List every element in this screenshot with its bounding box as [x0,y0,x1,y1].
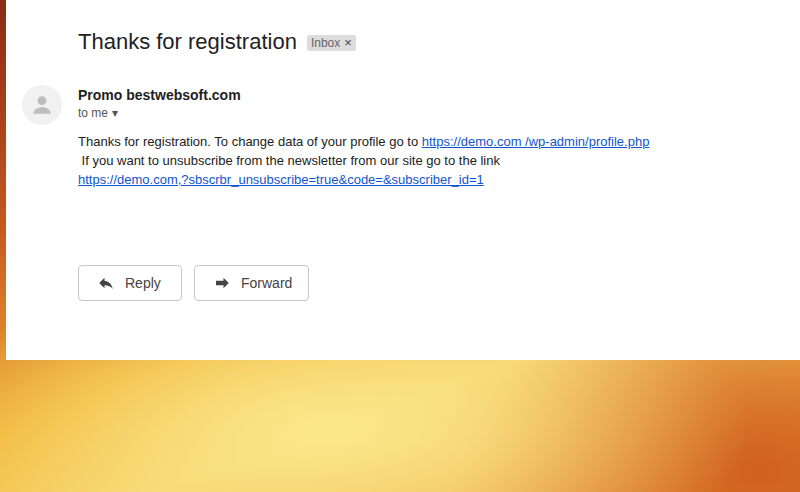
body-line: Thanks for registration. To change data … [78,132,649,151]
body-link[interactable]: https://demo.com,?sbscrbr_unsubscribe=tr… [78,172,484,187]
inbox-label[interactable]: Inbox× [307,35,356,51]
sender-name: Promo bestwebsoft.com [78,86,649,104]
label-text: Inbox [311,35,340,51]
reply-button[interactable]: Reply [78,265,182,301]
body-link[interactable]: https://demo.com /wp-admin/profile.php [422,134,650,149]
avatar [22,85,62,125]
message-content: Promo bestwebsoft.comto me▾ Thanks for re… [78,85,649,301]
body-line: https://demo.com,?sbscrbr_unsubscribe=tr… [78,170,649,189]
label-remove[interactable]: × [344,35,352,51]
person-icon [29,92,55,118]
email-subject: Thanks for registration [78,28,297,56]
button-label: Reply [125,275,161,291]
body-text: Thanks for registration. To change data … [78,134,422,149]
button-label: Forward [241,275,292,291]
caret-icon[interactable]: ▾ [112,104,118,122]
recipient[interactable]: to me▾ [78,104,649,122]
body-text: If you want to unsubscribe from the news… [78,153,500,168]
recipient-text: to me [78,104,108,122]
email-body: Thanks for registration. To change data … [78,132,649,189]
forward-icon [213,274,231,292]
reply-icon [97,274,115,292]
action-buttons: Reply Forward [78,265,649,301]
forward-button[interactable]: Forward [194,265,309,301]
subject-row: Thanks for registration Inbox× [6,28,800,56]
body-line: If you want to unsubscribe from the news… [78,151,649,170]
message: Promo bestwebsoft.comto me▾ Thanks for re… [6,85,800,301]
email-panel: Thanks for registration Inbox× Promo bestw… [6,0,800,360]
